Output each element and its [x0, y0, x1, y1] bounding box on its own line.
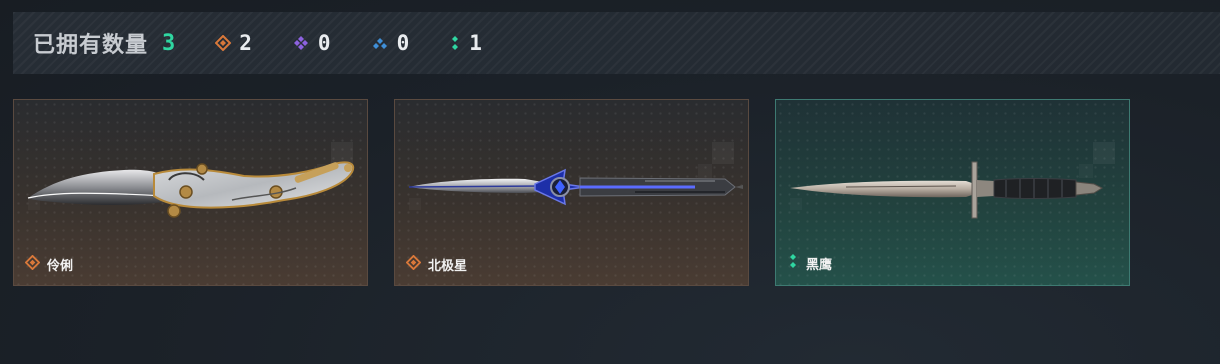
orange-count-stat: 2	[215, 31, 252, 55]
purple-count: 0	[317, 31, 331, 55]
weapon-name: 伶俐	[47, 259, 74, 274]
weapon-name: 北极星	[428, 259, 468, 274]
weapon-name: 黑鹰	[806, 257, 833, 273]
orange-rarity-icon	[24, 254, 41, 274]
weapon-card-beijixing[interactable]: 北极星	[394, 99, 749, 286]
weapon-card-lingli[interactable]: 伶俐	[13, 99, 368, 286]
owned-count-title: 已拥有数量	[33, 33, 149, 58]
orange-count: 2	[239, 31, 252, 55]
owned-count-bar: 已拥有数量 3 2 0 0 1	[13, 12, 1220, 74]
black-hawk-dagger-icon	[790, 161, 1104, 219]
polaris-stiletto-icon	[408, 168, 743, 206]
purple-rarity-icon	[292, 34, 310, 52]
orange-rarity-icon	[215, 35, 232, 51]
blue-count-stat: 0	[371, 31, 410, 55]
karambit-knife-icon	[27, 161, 355, 218]
green-rarity-icon	[449, 34, 461, 52]
orange-rarity-icon	[405, 254, 422, 274]
green-count: 1	[469, 31, 482, 55]
owned-total-count: 3	[162, 30, 176, 56]
purple-count-stat: 0	[292, 31, 331, 55]
weapon-card-heiying[interactable]: 黑鹰	[775, 99, 1130, 286]
green-count-stat: 1	[449, 31, 482, 55]
blue-rarity-icon	[371, 34, 389, 52]
blue-count: 0	[396, 31, 410, 55]
green-rarity-icon	[787, 252, 799, 274]
